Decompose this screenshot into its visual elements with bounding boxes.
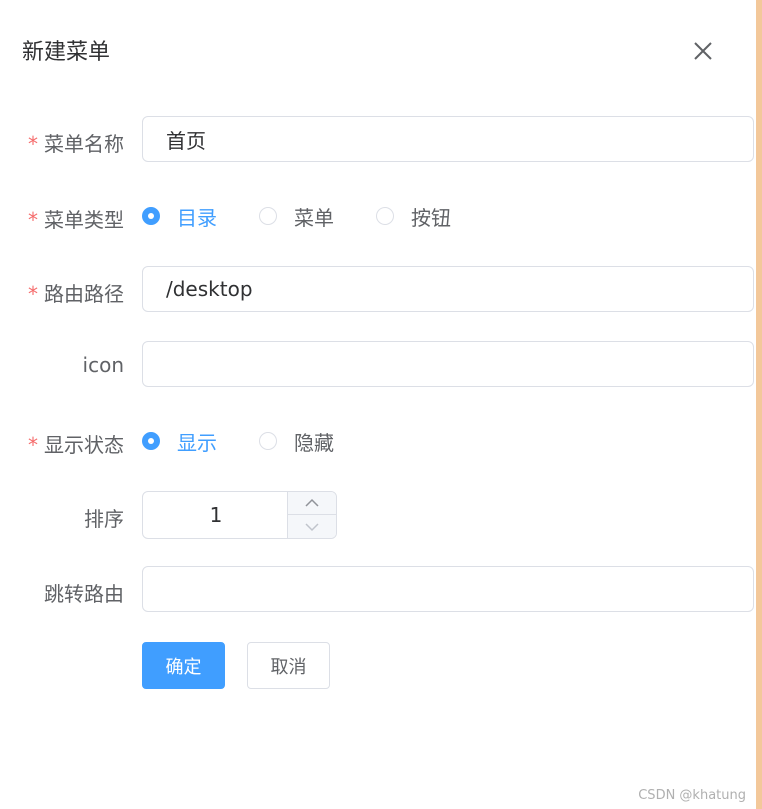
watermark: CSDN @khatung [638,788,746,803]
required-mark: * [28,208,38,232]
form-item-display-state: * 显示状态 显示 隐藏 [0,417,756,465]
form-item-icon: icon [0,341,756,389]
sort-stepper [287,492,336,538]
close-icon [694,42,712,60]
radio-show[interactable]: 显示 [142,427,217,456]
icon-label: icon [82,353,124,377]
menu-type-radio-group: 目录 菜单 按钮 [142,192,493,240]
decrease-button[interactable] [288,515,336,538]
dialog-title: 新建菜单 [22,40,111,65]
radio-button[interactable]: 按钮 [376,202,451,231]
redirect-label: 跳转路由 [44,582,124,606]
route-path-input[interactable]: /desktop [142,266,754,312]
display-state-radio-group: 显示 隐藏 [142,417,376,465]
page-edge-accent [756,0,762,809]
menu-name-label: * 菜单名称 [28,132,124,156]
radio-menu[interactable]: 菜单 [259,202,334,231]
form-actions: 确定 取消 [0,642,756,690]
sort-number-input: 1 [142,491,337,539]
radio-directory[interactable]: 目录 [142,202,217,231]
icon-input[interactable] [142,341,754,387]
radio-circle [376,207,394,225]
radio-circle [259,432,277,450]
radio-circle [142,207,160,225]
radio-circle [142,432,160,450]
chevron-up-icon [305,498,319,507]
sort-label: 排序 [84,507,124,531]
form-item-redirect: 跳转路由 [0,566,756,614]
form-item-sort: 排序 1 [0,491,756,539]
required-mark: * [28,433,38,457]
menu-type-label: * 菜单类型 [28,208,124,232]
radio-circle [259,207,277,225]
new-menu-dialog: 新建菜单 * 菜单名称 首页 * 菜单类型 目录 菜单 按钮 * 路由路径 /d… [0,0,756,809]
form-item-route-path: * 路由路径 /desktop [0,266,756,314]
form-item-menu-name: * 菜单名称 首页 [0,116,756,164]
cancel-button[interactable]: 取消 [247,642,330,689]
increase-button[interactable] [288,492,336,515]
redirect-input[interactable] [142,566,754,612]
route-path-label: * 路由路径 [28,282,124,306]
menu-name-input[interactable]: 首页 [142,116,754,162]
chevron-down-icon [305,522,319,531]
required-mark: * [28,282,38,306]
required-mark: * [28,132,38,156]
close-button[interactable] [688,36,718,66]
radio-hide[interactable]: 隐藏 [259,427,334,456]
sort-value[interactable]: 1 [143,492,289,538]
confirm-button[interactable]: 确定 [142,642,225,689]
display-state-label: * 显示状态 [28,433,124,457]
form-item-menu-type: * 菜单类型 目录 菜单 按钮 [0,192,756,240]
